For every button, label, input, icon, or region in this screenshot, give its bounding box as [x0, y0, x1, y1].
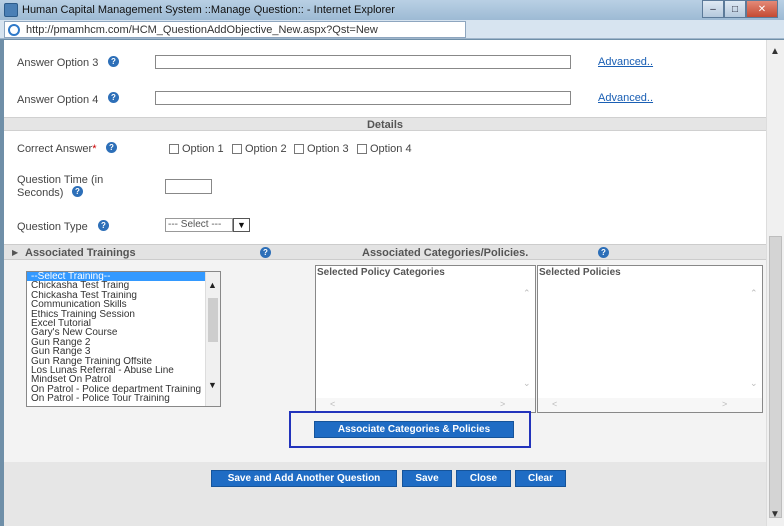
checkbox-box[interactable]: [357, 144, 367, 154]
option-1-label: Option 1: [182, 143, 224, 155]
chevron-down-icon[interactable]: ⌄: [523, 378, 531, 389]
training-list-item[interactable]: Ethics Training Session: [27, 310, 205, 319]
training-list-item[interactable]: On Patrol - Police department Training: [27, 385, 205, 394]
address-bar: http://pmamhcm.com/HCM_QuestionAddObject…: [0, 20, 784, 39]
answer-option-4-label: Answer Option 4: [17, 94, 99, 106]
chevron-down-icon[interactable]: ▼: [208, 380, 217, 390]
listbox-scrollbar[interactable]: ▲ ▼: [205, 272, 220, 406]
help-icon[interactable]: ?: [72, 186, 83, 197]
page-content: Answer Option 3 ? Advanced.. Answer Opti…: [4, 40, 766, 526]
app-icon: [4, 3, 18, 17]
help-icon[interactable]: ?: [108, 56, 119, 67]
trainings-list: --Select Training-- Chickasha Test Traing…: [27, 272, 220, 403]
selected-policies-title: Selected Policies: [539, 267, 621, 278]
close-button[interactable]: Close: [456, 470, 511, 487]
trainings-listbox[interactable]: --Select Training-- Chickasha Test Traing…: [26, 271, 221, 407]
training-list-item[interactable]: Los Lunas Referral - Abuse Line: [27, 366, 205, 375]
training-list-item[interactable]: Mindset On Patrol: [27, 375, 205, 384]
answer-option-3-input[interactable]: [155, 55, 571, 69]
training-list-item[interactable]: Communication Skills: [27, 300, 205, 309]
question-time-input[interactable]: [165, 179, 212, 194]
horizontal-scrollbar[interactable]: < >: [316, 398, 535, 412]
answer-option-3-advanced-link[interactable]: Advanced..: [598, 56, 653, 68]
answer-option-4-input[interactable]: [155, 91, 571, 105]
window-titlebar: Human Capital Management System ::Manage…: [0, 0, 784, 20]
training-list-item[interactable]: Gun Range 2: [27, 338, 205, 347]
chevron-left-icon[interactable]: <: [330, 399, 335, 409]
selected-policies-box[interactable]: Selected Policies ⌃ ⌄ < >: [537, 265, 763, 413]
save-and-add-another-button[interactable]: Save and Add Another Question: [211, 470, 397, 487]
window-title: Human Capital Management System ::Manage…: [22, 4, 395, 16]
details-title: Details: [366, 119, 404, 131]
url-text: http://pmamhcm.com/HCM_QuestionAddObject…: [26, 24, 378, 36]
selected-policy-categories-box[interactable]: Selected Policy Categories ⌃ ⌄ < >: [315, 265, 536, 413]
question-time-label-line1: Question Time (in: [17, 174, 104, 186]
associations-header-bar: ▶ Associated Trainings ? Associated Cate…: [4, 244, 766, 260]
chevron-down-icon[interactable]: ▼: [233, 218, 250, 232]
training-list-item[interactable]: --Select Training--: [27, 272, 205, 282]
option-3-checkbox[interactable]: Option 3: [294, 143, 349, 155]
training-list-item[interactable]: On Patrol - Police Tour Training: [27, 394, 205, 403]
page-scrollbar[interactable]: ▲ ▼: [766, 40, 784, 526]
listbox-scroll-thumb[interactable]: [208, 298, 218, 342]
checkbox-box[interactable]: [169, 144, 179, 154]
window-controls: – □ ✕: [702, 0, 778, 18]
option-2-checkbox[interactable]: Option 2: [232, 143, 287, 155]
selected-policy-categories-title: Selected Policy Categories: [317, 267, 445, 278]
page-scroll-thumb[interactable]: [769, 236, 782, 518]
checkbox-box[interactable]: [232, 144, 242, 154]
chevron-down-icon[interactable]: ▼: [770, 509, 780, 520]
vertical-scrollbar[interactable]: ⌃ ⌄: [747, 278, 762, 400]
help-icon[interactable]: ?: [106, 142, 117, 153]
chevron-right-icon[interactable]: >: [722, 399, 727, 409]
chevron-left-icon[interactable]: <: [552, 399, 557, 409]
horizontal-scrollbar[interactable]: < >: [538, 398, 762, 412]
save-button[interactable]: Save: [402, 470, 452, 487]
option-2-label: Option 2: [245, 143, 287, 155]
help-icon[interactable]: ?: [260, 247, 271, 258]
training-list-item[interactable]: Chickasha Test Traing: [27, 281, 205, 290]
required-mark: *: [92, 143, 97, 155]
chevron-up-icon[interactable]: ▲: [208, 280, 217, 290]
url-field[interactable]: http://pmamhcm.com/HCM_QuestionAddObject…: [4, 21, 466, 38]
chevron-down-icon[interactable]: ⌄: [750, 378, 758, 389]
option-4-label: Option 4: [370, 143, 412, 155]
correct-answer-text: Correct Answer: [17, 143, 93, 155]
answer-option-4-advanced-link[interactable]: Advanced..: [598, 92, 653, 104]
training-list-item[interactable]: Gary's New Course: [27, 328, 205, 337]
clear-button[interactable]: Clear: [515, 470, 566, 487]
associated-categories-title: Associated Categories/Policies.: [362, 247, 529, 259]
question-time-label-line2: Seconds): [17, 187, 64, 199]
maximize-button[interactable]: □: [724, 0, 746, 18]
training-list-item[interactable]: Excel Tutorial: [27, 319, 205, 328]
ie-icon: [8, 24, 20, 36]
training-list-item[interactable]: Gun Range Training Offsite: [27, 357, 205, 366]
details-section-bar: Details: [4, 117, 766, 131]
associated-trainings-title: Associated Trainings: [25, 247, 136, 259]
expand-triangle-icon[interactable]: ▶: [12, 248, 18, 257]
option-4-checkbox[interactable]: Option 4: [357, 143, 412, 155]
chevron-up-icon[interactable]: ▲: [770, 46, 780, 57]
answer-option-3-label: Answer Option 3: [17, 57, 99, 69]
training-list-item[interactable]: Chickasha Test Training: [27, 291, 205, 300]
help-icon[interactable]: ?: [598, 247, 609, 258]
training-list-item[interactable]: Gun Range 3: [27, 347, 205, 356]
question-type-select[interactable]: --- Select --- ▼: [165, 218, 250, 232]
help-icon[interactable]: ?: [108, 92, 119, 103]
correct-answer-label: Correct Answer*: [17, 143, 96, 155]
chevron-right-icon[interactable]: >: [500, 399, 505, 409]
help-icon[interactable]: ?: [98, 220, 109, 231]
option-3-label: Option 3: [307, 143, 349, 155]
chevron-up-icon[interactable]: ⌃: [523, 288, 531, 299]
close-window-button[interactable]: ✕: [746, 0, 778, 18]
checkbox-box[interactable]: [294, 144, 304, 154]
minimize-button[interactable]: –: [702, 0, 724, 18]
chevron-up-icon[interactable]: ⌃: [750, 288, 758, 299]
question-type-label: Question Type: [17, 221, 88, 233]
question-type-value: --- Select ---: [165, 218, 233, 232]
option-1-checkbox[interactable]: Option 1: [169, 143, 224, 155]
associate-categories-policies-button[interactable]: Associate Categories & Policies: [314, 421, 514, 438]
vertical-scrollbar[interactable]: ⌃ ⌄: [520, 278, 535, 400]
